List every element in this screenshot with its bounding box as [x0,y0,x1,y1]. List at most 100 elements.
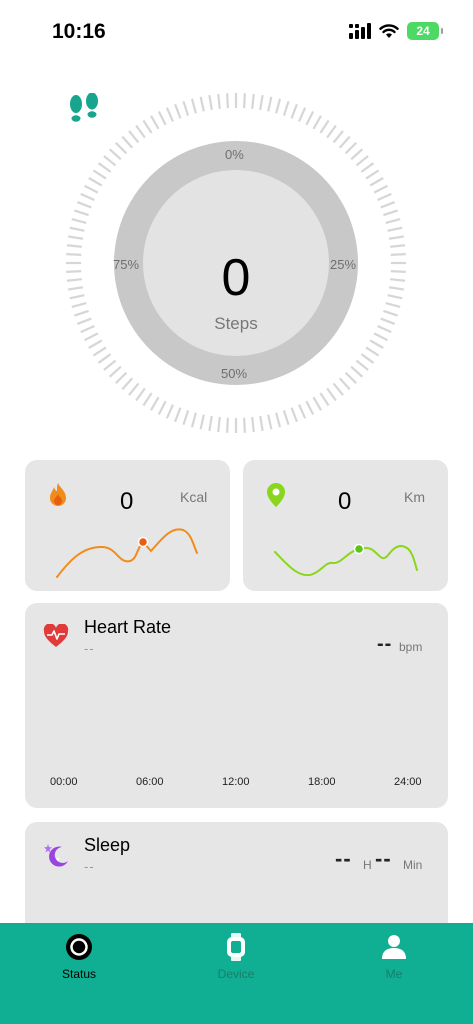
gauge-tick [71,217,87,224]
gauge-tick [88,339,103,349]
sleep-title: Sleep [84,835,131,855]
gauge-tick [80,192,95,201]
gauge-tick [344,142,357,155]
gauge-tick [115,371,128,384]
gauge-tick [142,392,153,407]
ring-icon [66,934,92,960]
sleep-subtitle: -- [84,859,95,874]
gauge-tick [251,93,255,109]
percent-bottom: 50% [221,366,248,381]
gauge-tick [388,235,405,240]
axis-label: 12:00 [222,776,250,788]
gauge-tick [108,148,122,161]
gauge-tick [373,332,388,342]
heart-rate-value: -- [377,633,393,655]
gauge-tick [208,94,213,111]
gauge-tick [360,353,375,364]
sleep-minutes: -- [375,846,392,871]
gauge-tick [121,135,134,149]
gauge-tick [150,115,160,130]
gauge-tick [66,244,82,248]
gauge-tick [385,217,401,224]
sleep-minutes-unit: Min [403,858,423,872]
gauge-tick [259,94,264,111]
tab-me-label: Me [385,967,403,981]
gauge-tick [243,93,246,109]
steps-gauge[interactable]: 0% 25% 50% 75% 0 Steps [66,93,406,433]
tab-status-label: Status [61,967,97,981]
tab-me[interactable]: Me [334,923,454,1003]
distance-card[interactable]: 0 Km [243,460,448,591]
gauge-tick [380,201,396,209]
gauge-tick [365,346,380,357]
gauge-tick [305,400,315,415]
tab-device-label: Device [217,967,255,981]
gauge-tick [298,107,307,122]
gauge-tick [88,177,103,187]
gauge-tick [312,115,322,130]
gauge-tick [115,142,128,155]
gauge-tick [355,359,369,371]
gauge-tick [199,96,205,112]
footprints-icon [70,93,98,122]
gauge-tick [190,98,197,114]
axis-label: 06:00 [136,776,164,788]
gauge-tick [275,98,282,114]
axis-label: 24:00 [394,776,422,788]
gauge-tick [390,244,406,248]
gauge-tick [208,415,213,432]
heart-rate-card[interactable]: Heart Rate -- -- bpm 00:00 06:00 12:00 1… [25,603,448,808]
heart-rate-subtitle: -- [84,641,95,656]
gauge-tick [305,111,315,126]
gauge-tick [182,410,190,426]
heart-icon [43,624,69,647]
gauge-tick [76,201,92,209]
gauge-tick [67,235,84,240]
gauge-tick [350,365,364,378]
gauge-tick [128,130,140,144]
gauge-tick [282,410,290,426]
sleep-hours-unit: H [363,858,372,872]
gauge-tick [103,359,117,371]
axis-label: 00:00 [50,776,78,788]
gauge-tick [332,130,344,144]
watch-icon [227,933,245,961]
heart-rate-title: Heart Rate [84,617,172,637]
gauge-tick [174,103,182,119]
tab-device[interactable]: Device [176,923,296,1003]
gauge-tick [290,407,298,423]
gauge-tick [360,162,375,173]
tab-status[interactable]: Status [19,923,139,1003]
gauge-tick [373,184,388,194]
gauge-tick [150,396,160,411]
gauge-tick [282,100,290,116]
gauge-tick [350,148,364,161]
gauge-tick [97,353,112,364]
gauge-tick [326,124,337,139]
status-bar: 10:16 24 [0,0,473,62]
gauge-tick [157,111,167,126]
gauge-tick [365,169,380,180]
gauge-tick [243,417,246,433]
heart-rate-unit: bpm [399,640,423,654]
status-time: 10:16 [52,20,106,43]
gauge-tick [217,93,221,109]
gauge-tick [267,414,273,430]
gauge-tick [298,404,307,419]
gauge-tick [199,414,205,430]
calories-card[interactable]: 0 Kcal [25,460,230,591]
gauge-tick [369,339,384,349]
gauge-tick [312,396,322,411]
gauge-tick [355,155,369,167]
gauge-tick [217,417,221,433]
gauge-tick [165,107,174,122]
battery-level: 24 [416,24,430,38]
gauge-tick [135,387,146,402]
gauge-tick [383,209,399,217]
gauge-tick [369,177,384,187]
cellular-signal-icon [349,23,371,39]
gauge-tick [174,407,182,423]
gauge-tick [165,404,174,419]
distance-trend-line [274,543,418,577]
gauge-tick [182,100,190,116]
